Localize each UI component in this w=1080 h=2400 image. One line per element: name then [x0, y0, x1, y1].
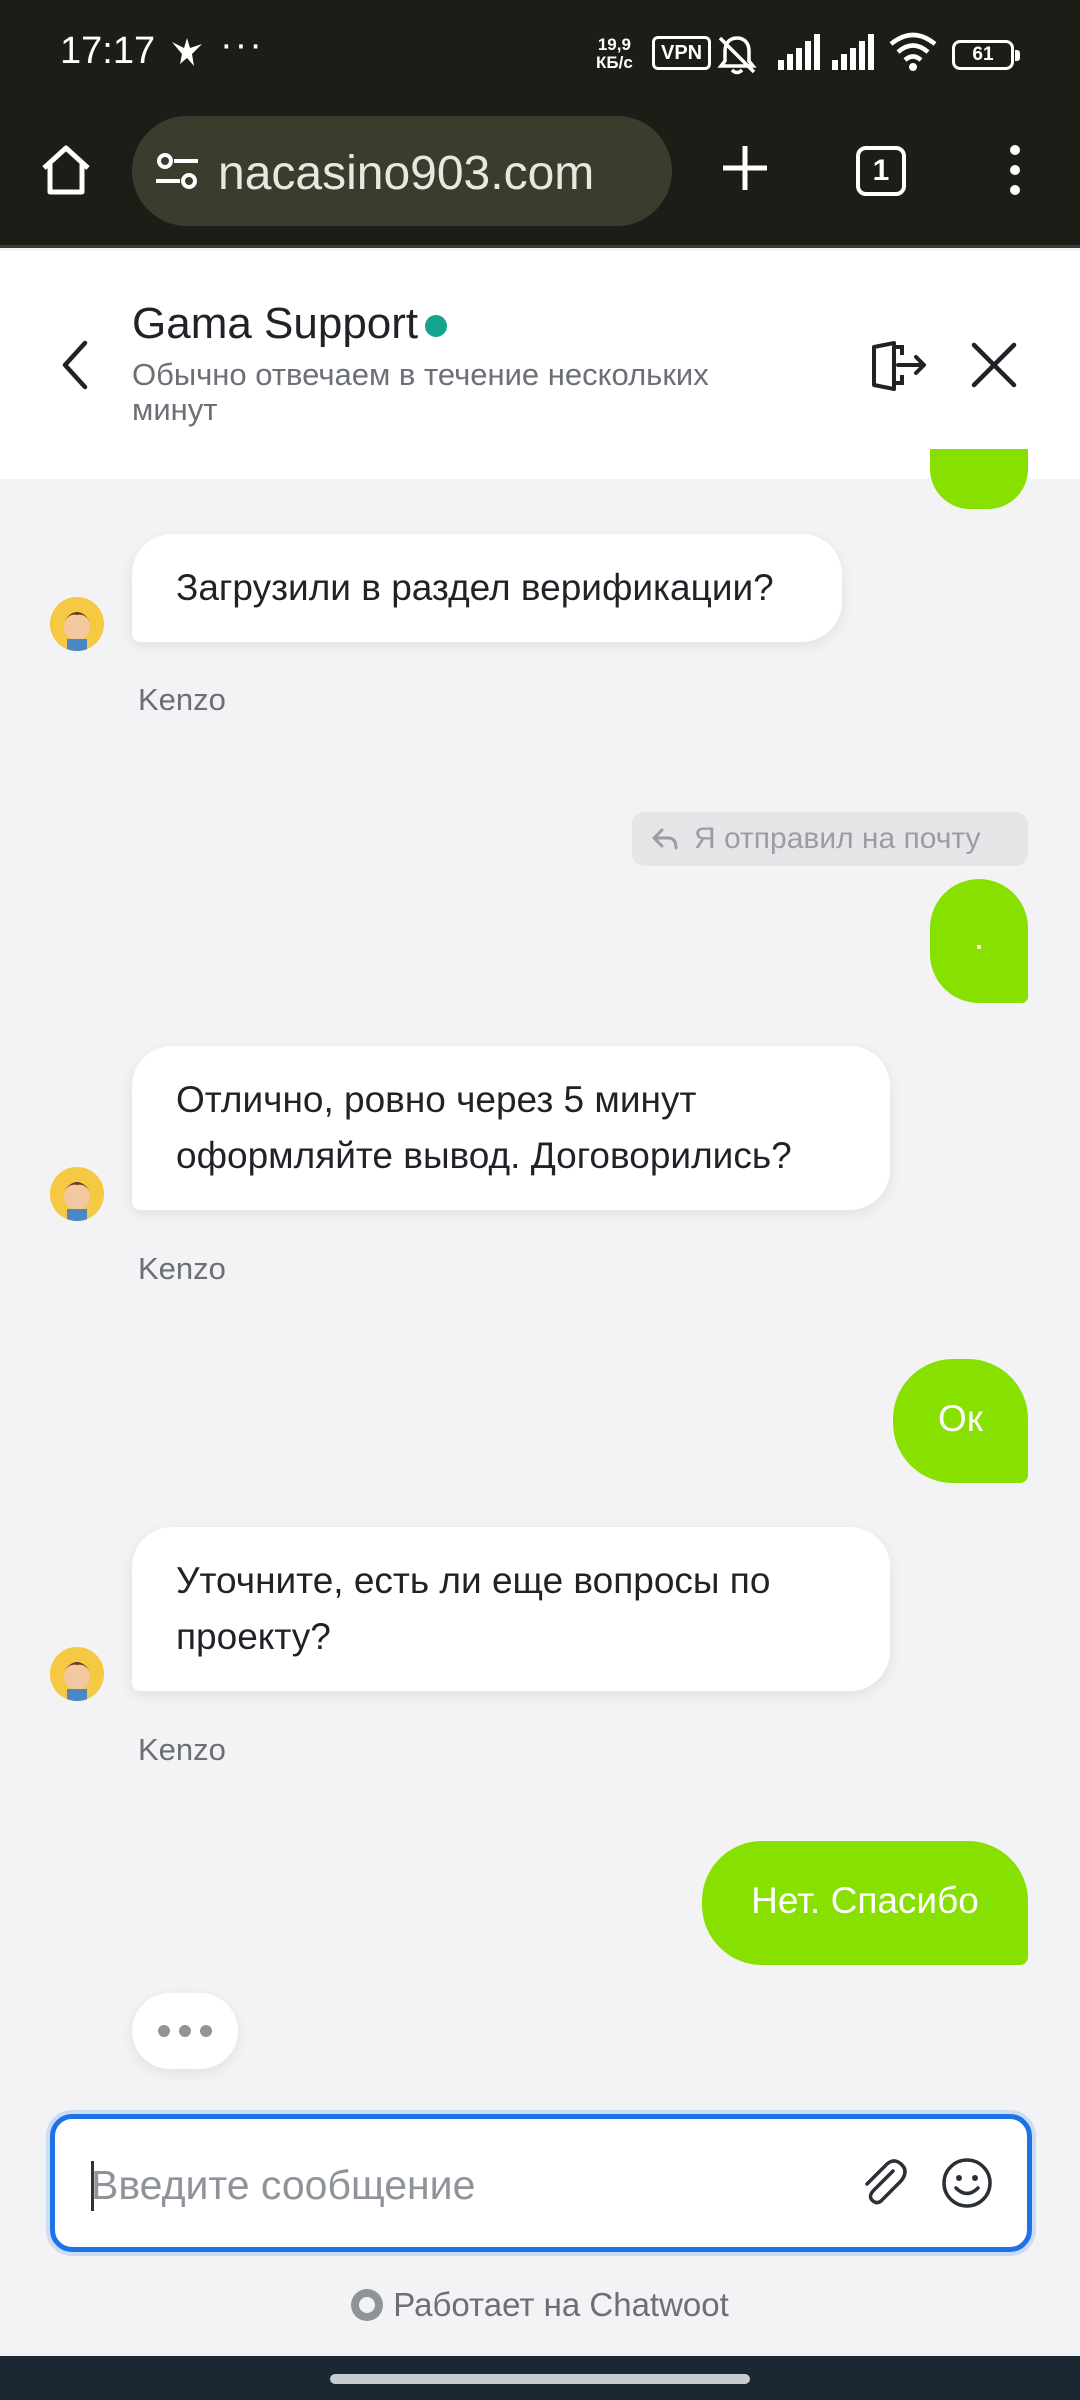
- message-input[interactable]: [91, 2153, 851, 2217]
- network-speed-value: 19,9: [597, 35, 631, 54]
- mute-bell-icon: [717, 36, 757, 75]
- more-notifications-icon: ···: [220, 24, 264, 66]
- chat-header: Gama Support Обычно отвечаем в течение н…: [0, 251, 1080, 479]
- reply-quote[interactable]: Я отправил на почту: [632, 812, 1028, 866]
- close-icon[interactable]: [966, 337, 1022, 393]
- address-bar[interactable]: nacasino903.com: [132, 116, 672, 226]
- battery-icon: 61: [952, 40, 1020, 70]
- back-icon[interactable]: [55, 337, 95, 393]
- reply-quote-text: Я отправил на почту: [694, 822, 981, 855]
- site-settings-icon[interactable]: [154, 151, 200, 191]
- emoji-icon[interactable]: [937, 2153, 997, 2213]
- attachment-icon[interactable]: [853, 2153, 913, 2213]
- agent-avatar: [50, 1167, 104, 1221]
- browser-toolbar: nacasino903.com 1: [0, 110, 1080, 248]
- message-list[interactable]: Загрузили в раздел верификации? Kenzo Я …: [0, 449, 1080, 2099]
- typing-indicator: [132, 1993, 238, 2069]
- chat-title: Gama Support: [132, 299, 419, 348]
- agent-avatar: [50, 1647, 104, 1701]
- signal-1-icon: [778, 34, 820, 70]
- system-nav-bar: [0, 2356, 1080, 2400]
- home-icon[interactable]: [36, 140, 96, 200]
- gesture-handle[interactable]: [330, 2374, 750, 2384]
- agent-avatar-face-icon: [50, 1647, 104, 1701]
- clock: 17:17: [60, 30, 156, 72]
- text-caret: [91, 2161, 94, 2211]
- powered-by-footer[interactable]: Работает на Chatwoot: [0, 2286, 1080, 2324]
- sender-name: Kenzo: [138, 682, 226, 717]
- chatwoot-logo-icon: [351, 2289, 384, 2321]
- popout-icon[interactable]: [868, 337, 928, 393]
- message-bubble-outgoing: Ок: [893, 1359, 1028, 1483]
- url-text: nacasino903.com: [218, 147, 595, 200]
- agent-avatar-face-icon: [50, 597, 104, 651]
- network-speed-unit: КБ/с: [596, 53, 633, 72]
- message-bubble-incoming: Загрузили в раздел верификации?: [132, 534, 842, 642]
- message-bubble-partial: [930, 449, 1028, 509]
- network-speed: 19,9 КБ/с: [596, 36, 633, 72]
- message-bubble-outgoing: Нет. Спасибо: [702, 1841, 1028, 1965]
- message-bubble-incoming: Уточните, есть ли еще вопросы по проекту…: [132, 1527, 890, 1691]
- signal-2-icon: [832, 34, 874, 70]
- browser-menu-icon[interactable]: [1000, 140, 1030, 200]
- message-bubble-incoming: Отлично, ровно через 5 минут оформляйте …: [132, 1046, 890, 1210]
- agent-avatar: [50, 597, 104, 651]
- powered-by-text: Работает на Chatwoot: [393, 2286, 729, 2323]
- sender-name: Kenzo: [138, 1251, 226, 1286]
- new-tab-icon[interactable]: [715, 138, 775, 198]
- message-bubble-outgoing: .: [930, 879, 1028, 1003]
- sender-name: Kenzo: [138, 1732, 226, 1767]
- message-composer: [50, 2114, 1032, 2252]
- vpn-badge: VPN: [652, 36, 712, 70]
- wifi-icon: [889, 32, 937, 71]
- tab-switcher-button[interactable]: 1: [856, 146, 906, 196]
- reply-icon: [652, 828, 678, 850]
- agent-avatar-face-icon: [50, 1167, 104, 1221]
- bird-icon: [172, 38, 202, 66]
- online-status-dot: [425, 315, 447, 337]
- status-bar: 17:17 ··· 19,9 КБ/с VPN 61: [0, 0, 1080, 110]
- chat-subtitle: Обычно отвечаем в течение нескольких мин…: [132, 357, 709, 427]
